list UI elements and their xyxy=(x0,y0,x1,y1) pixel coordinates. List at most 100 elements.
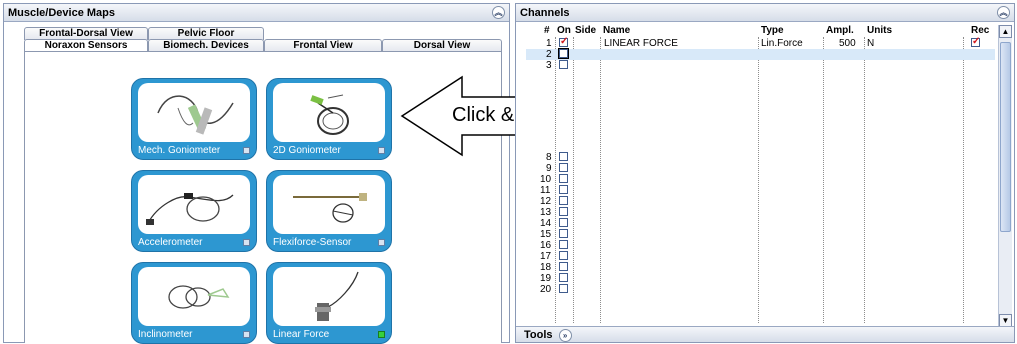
row-number: 16 xyxy=(540,240,552,251)
col-side[interactable]: Side xyxy=(575,25,596,36)
channel-name: LINEAR FORCE xyxy=(604,38,678,49)
on-checkbox[interactable] xyxy=(558,48,569,59)
col-rec[interactable]: Rec xyxy=(971,25,989,36)
sensor-card-mech-goniometer[interactable]: Mech. Goniometer xyxy=(131,78,257,160)
panel-header: Channels ︽ xyxy=(516,4,1014,22)
row-number: 11 xyxy=(540,185,551,196)
on-checkbox[interactable] xyxy=(559,163,568,172)
row-number: 2 xyxy=(546,49,552,60)
panel-title: Channels xyxy=(520,7,570,19)
col-name[interactable]: Name xyxy=(603,25,630,36)
row-number: 9 xyxy=(546,163,552,174)
muscle-device-maps-panel: Muscle/Device Maps ︽ Frontal-Dorsal View… xyxy=(3,3,510,344)
table-row[interactable]: 3 xyxy=(526,60,995,71)
rec-checkbox[interactable] xyxy=(971,36,980,47)
sensor-card-2d-goniometer[interactable]: 2D Goniometer xyxy=(266,78,392,160)
table-row[interactable]: 20 xyxy=(526,284,995,295)
table-row[interactable]: 8 xyxy=(526,152,995,163)
table-row[interactable]: 12 xyxy=(526,196,995,207)
double-chevron-up-icon[interactable]: ︽ xyxy=(492,6,505,19)
row-number: 10 xyxy=(540,174,552,185)
sensor-card-accelerometer[interactable]: Accelerometer xyxy=(131,170,257,252)
table-row[interactable]: 15 xyxy=(526,229,995,240)
status-indicator xyxy=(243,147,250,154)
on-checkbox[interactable] xyxy=(559,207,568,216)
status-indicator xyxy=(243,239,250,246)
sensor-card-inclinometer[interactable]: Inclinometer xyxy=(131,262,257,344)
row-number: 12 xyxy=(540,196,552,207)
table-row[interactable]: 1 LINEAR FORCE Lin.Force 500 N xyxy=(526,36,995,49)
on-checkbox[interactable] xyxy=(559,185,568,194)
table-row[interactable]: 19 xyxy=(526,273,995,284)
channel-ampl: 500 xyxy=(839,38,856,49)
scroll-thumb[interactable] xyxy=(1000,42,1011,232)
sensor-label: 2D Goniometer xyxy=(273,145,341,156)
status-indicator-active xyxy=(378,331,385,338)
panel-header: Muscle/Device Maps ︽ xyxy=(4,4,509,22)
col-type[interactable]: Type xyxy=(761,25,784,36)
on-checkbox[interactable] xyxy=(559,36,568,47)
sensor-card-linear-force[interactable]: Linear Force xyxy=(266,262,392,344)
tools-label: Tools xyxy=(524,329,553,341)
col-units[interactable]: Units xyxy=(867,25,892,36)
sensor-label: Mech. Goniometer xyxy=(138,145,221,156)
on-checkbox[interactable] xyxy=(559,174,568,183)
double-chevron-up-icon[interactable]: ︽ xyxy=(997,6,1010,19)
scroll-up-icon[interactable]: ▲ xyxy=(999,25,1012,38)
table-row[interactable]: 17 xyxy=(526,251,995,262)
on-checkbox[interactable] xyxy=(559,60,568,69)
status-indicator xyxy=(378,239,385,246)
row-number: 1 xyxy=(546,38,552,49)
on-checkbox[interactable] xyxy=(559,229,568,238)
table-header: # On Side Name Type Ampl. Units Rec xyxy=(526,25,995,38)
sensor-label: Accelerometer xyxy=(138,237,203,248)
inclinometer-image xyxy=(138,267,250,326)
col-ampl[interactable]: Ampl. xyxy=(826,25,854,36)
sensor-label: Inclinometer xyxy=(138,329,193,340)
on-checkbox[interactable] xyxy=(559,262,568,271)
table-row[interactable]: 18 xyxy=(526,262,995,273)
on-checkbox[interactable] xyxy=(559,240,568,249)
accelerometer-image xyxy=(138,175,250,234)
col-number[interactable]: # xyxy=(544,25,550,36)
on-checkbox[interactable] xyxy=(559,251,568,260)
double-chevron-right-icon[interactable]: » xyxy=(558,329,572,342)
row-number: 3 xyxy=(546,60,552,71)
panel-title: Muscle/Device Maps xyxy=(8,7,115,19)
on-checkbox[interactable] xyxy=(559,218,568,227)
table-row[interactable]: 16 xyxy=(526,240,995,251)
table-row[interactable]: 10 xyxy=(526,174,995,185)
tools-bar: Tools » xyxy=(516,326,1014,342)
row-number: 14 xyxy=(540,218,552,229)
on-checkbox[interactable] xyxy=(559,196,568,205)
channels-panel: Channels ︽ # On Side Name Type Ampl. Uni… xyxy=(515,3,1015,343)
row-number: 13 xyxy=(540,207,552,218)
sensor-label: Flexiforce-Sensor xyxy=(273,237,352,248)
channel-type: Lin.Force xyxy=(761,38,803,49)
mech-goniometer-image xyxy=(138,83,250,142)
on-checkbox[interactable] xyxy=(559,273,568,282)
row-number: 19 xyxy=(540,273,552,284)
channels-table: # On Side Name Type Ampl. Units Rec 1 LI… xyxy=(526,25,995,323)
status-indicator xyxy=(243,331,250,338)
table-row[interactable]: 11 xyxy=(526,185,995,196)
row-number: 18 xyxy=(540,262,552,273)
channel-units: N xyxy=(867,38,875,49)
2d-goniometer-image xyxy=(273,83,385,142)
row-number: 15 xyxy=(540,229,552,240)
row-number: 17 xyxy=(540,251,552,262)
table-row[interactable]: 14 xyxy=(526,218,995,229)
status-indicator xyxy=(378,147,385,154)
on-checkbox[interactable] xyxy=(559,152,568,161)
on-checkbox[interactable] xyxy=(559,284,568,293)
vertical-scrollbar[interactable]: ▲ ▼ xyxy=(998,25,1012,327)
row-number: 8 xyxy=(546,152,552,163)
row-number: 20 xyxy=(540,284,552,295)
col-on[interactable]: On xyxy=(557,25,571,36)
table-row[interactable]: 9 xyxy=(526,163,995,174)
flexiforce-sensor-image xyxy=(273,175,385,234)
table-row[interactable]: 13 xyxy=(526,207,995,218)
linear-force-image xyxy=(273,267,385,326)
sensor-card-flexiforce-sensor[interactable]: Flexiforce-Sensor xyxy=(266,170,392,252)
table-row[interactable]: 2 xyxy=(526,48,995,60)
